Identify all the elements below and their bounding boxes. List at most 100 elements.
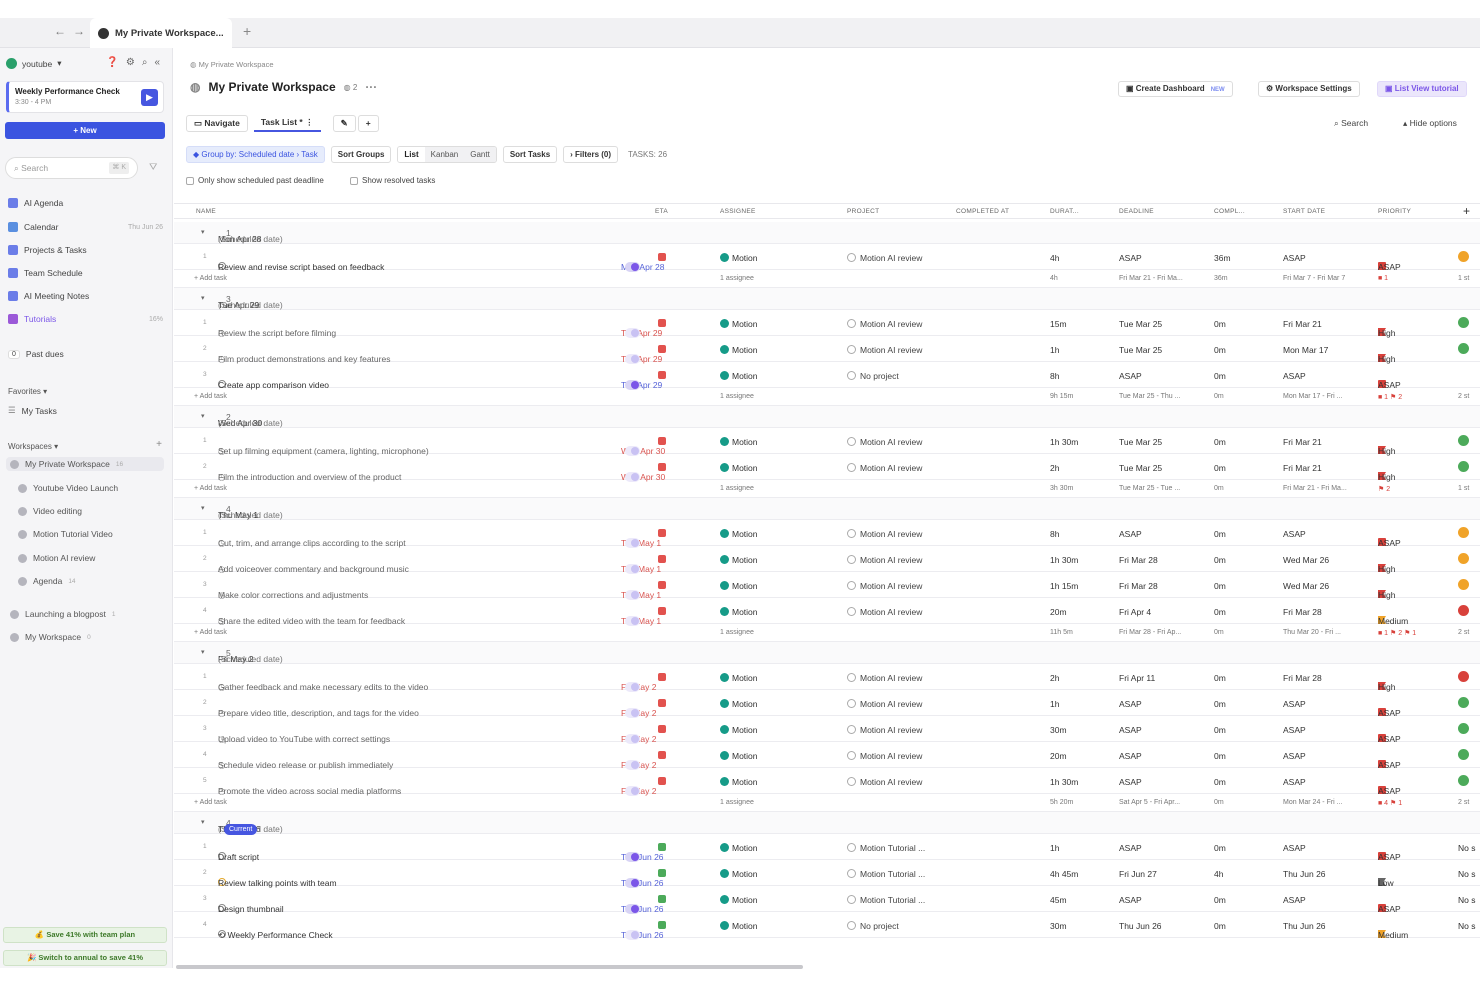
status-badge[interactable] [1458,461,1469,472]
task-row[interactable]: 2 ◷ Prepare video title, description, and… [174,690,1480,718]
filters-button[interactable]: › Filters (0) [563,146,619,163]
task-row[interactable]: 3 Design thumbnail Thu Jun 26 Motion Motion … [174,886,1480,914]
deadline[interactable]: Fri Mar 28 [1119,555,1158,565]
add-column-icon[interactable]: + [1463,204,1470,218]
task-row[interactable]: 4 ◷ Share the edited video with the team … [174,598,1480,626]
task-row[interactable]: 1 ◷ Cut, trim, and arrange clips accordin… [174,520,1480,548]
duration[interactable]: 1h 30m [1050,437,1078,447]
col-completed-at[interactable]: COMPLETED AT [956,208,1009,215]
duration[interactable]: 1h [1050,699,1059,709]
col-project[interactable]: PROJECT [847,208,879,215]
sidebar-workspace-item[interactable]: My Private Workspace 16 [6,457,164,471]
duration[interactable]: 4h 45m [1050,869,1078,879]
status-badge[interactable] [1458,749,1469,760]
task-row[interactable]: 3 ◷ Upload video to YouTube with correct … [174,716,1480,744]
search-button[interactable]: ⌕ Search [1334,118,1368,129]
assignee[interactable]: Motion [720,921,758,931]
task-row[interactable]: 1 ◷ Set up filming equipment (camera, lig… [174,428,1480,456]
group-caret-icon[interactable]: ▾ [201,818,205,826]
view-kanban[interactable]: Kanban [424,147,465,162]
project[interactable]: Motion AI review [847,725,922,735]
start-date[interactable]: ASAP [1283,371,1306,381]
deadline[interactable]: ASAP [1119,843,1142,853]
group-header[interactable]: ▾ Wed Apr 30 (Scheduled date) 2 [174,406,1480,428]
add-task-button[interactable]: + Add task [194,799,227,806]
project[interactable]: Motion Tutorial ... [847,895,925,905]
sidebar-item-past-dues[interactable]: 0 Past dues [8,349,163,359]
assignee[interactable]: Motion [720,319,758,329]
project[interactable]: Motion AI review [847,673,922,683]
duration[interactable]: 8h [1050,529,1059,539]
assignee[interactable]: Motion [720,607,758,617]
duration[interactable]: 45m [1050,895,1067,905]
forward-icon[interactable]: → [73,24,85,38]
breadcrumb[interactable]: ◍ My Private Workspace [190,60,274,69]
col-start-date[interactable]: START DATE [1283,208,1325,215]
team-plan-promo[interactable]: 💰 Save 41% with team plan [3,927,167,943]
filter-icon[interactable]: ⛛ [149,162,157,173]
status-badge[interactable] [1458,775,1469,786]
gear-icon[interactable]: ⚙ [126,57,135,68]
duration[interactable]: 20m [1050,607,1067,617]
project[interactable]: Motion AI review [847,437,922,447]
new-button[interactable]: + New [5,122,165,139]
workspace-switcher[interactable]: youtube ▾ [6,58,62,69]
deadline[interactable]: ASAP [1119,777,1142,787]
sidebar-workspace-item[interactable]: Youtube Video Launch [18,483,118,493]
status-badge[interactable] [1458,527,1469,538]
deadline[interactable]: Tue Mar 25 [1119,437,1162,447]
deadline[interactable]: Thu Jun 26 [1119,921,1162,931]
duration[interactable]: 1h [1050,345,1059,355]
col-duration[interactable]: DURAT... [1050,208,1079,215]
group-caret-icon[interactable]: ▾ [201,294,205,302]
duration[interactable]: 1h 30m [1050,555,1078,565]
deadline[interactable]: ASAP [1119,699,1142,709]
assignee[interactable]: Motion [720,253,758,263]
duration[interactable]: 20m [1050,751,1067,761]
task-row[interactable]: 4 ⟲ Weekly Performance Check Thu Jun 26 Mot… [174,912,1480,940]
horizontal-scrollbar[interactable] [176,965,803,969]
group-caret-icon[interactable]: ▾ [201,648,205,656]
workspace-settings-button[interactable]: ⚙ Workspace Settings [1258,81,1360,97]
search-icon[interactable]: ⌕ [142,57,148,68]
start-date[interactable]: ASAP [1283,895,1306,905]
duration[interactable]: 2h [1050,463,1059,473]
start-date[interactable]: Fri Mar 28 [1283,607,1322,617]
deadline[interactable]: Tue Mar 25 [1119,463,1162,473]
start-date[interactable]: ASAP [1283,751,1306,761]
group-caret-icon[interactable]: ▾ [201,228,205,236]
assignee[interactable]: Motion [720,673,758,683]
assignee[interactable]: Motion [720,345,758,355]
start-date[interactable]: Mon Mar 17 [1283,345,1328,355]
start-date[interactable]: ASAP [1283,777,1306,787]
col-name[interactable]: NAME [196,208,216,215]
sidebar-workspace-item[interactable]: Launching a blogpost 1 [10,609,115,619]
deadline[interactable]: ASAP [1119,725,1142,735]
group-header[interactable]: ▾ Tue Apr 29 (Scheduled date) 3 [174,288,1480,310]
more-icon[interactable]: ··· [365,80,377,94]
project[interactable]: Motion AI review [847,699,922,709]
group-caret-icon[interactable]: ▾ [201,412,205,420]
list-view-tutorial-button[interactable]: ▣ List View tutorial [1377,81,1467,97]
add-workspace-icon[interactable]: + [156,439,162,450]
annual-plan-promo[interactable]: 🎉 Switch to annual to save 41% [3,950,167,966]
deadline[interactable]: ASAP [1119,253,1142,263]
group-header[interactable]: ▾ Thu May 1 (Scheduled date) 4 [174,498,1480,520]
status-badge[interactable] [1458,579,1469,590]
project[interactable]: Motion AI review [847,319,922,329]
sidebar-item-my-tasks[interactable]: ☰ My Tasks [8,405,163,416]
assignee[interactable]: Motion [720,529,758,539]
deadline[interactable]: ASAP [1119,751,1142,761]
sidebar-item-ai-agenda[interactable]: AI Agenda [8,198,163,208]
task-row[interactable]: 5 ◷ Promote the video across social media… [174,768,1480,796]
duration[interactable]: 1h [1050,843,1059,853]
deadline[interactable]: Fri Jun 27 [1119,869,1157,879]
task-row[interactable]: 4 ◷ Schedule video release or publish imm… [174,742,1480,770]
task-row[interactable]: 2 ◷ Add voiceover commentary and backgrou… [174,546,1480,574]
add-task-button[interactable]: + Add task [194,485,227,492]
assignee[interactable]: Motion [720,751,758,761]
start-date[interactable]: ASAP [1283,843,1306,853]
assignee[interactable]: Motion [720,463,758,473]
project[interactable]: No project [847,921,899,931]
favorites-header[interactable]: Favorites ▾ [8,387,47,396]
